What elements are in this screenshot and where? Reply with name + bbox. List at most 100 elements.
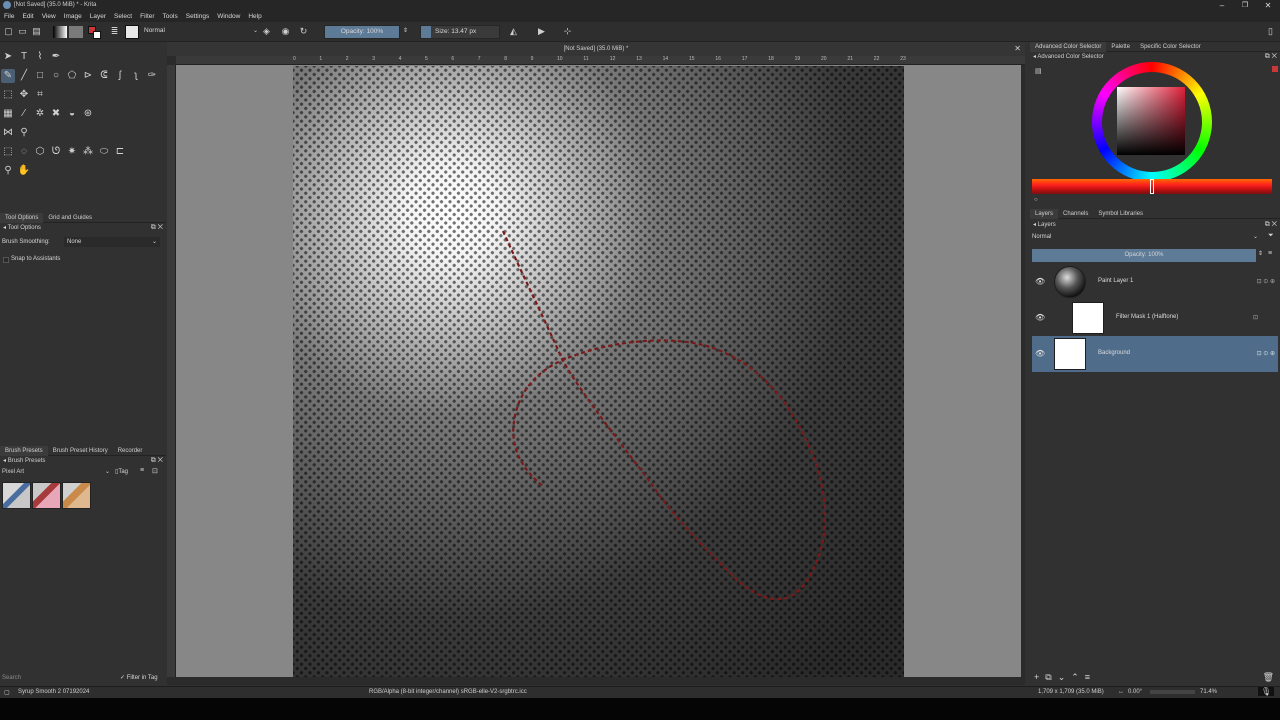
hue-ring[interactable] bbox=[1092, 62, 1212, 182]
document-canvas[interactable] bbox=[293, 66, 904, 677]
tag-select[interactable]: Pixel Art ⌄ bbox=[2, 467, 110, 477]
menu-view[interactable]: View bbox=[38, 11, 60, 22]
layer-properties-icons[interactable]: ⊡ ⊙ ⊕ bbox=[1257, 350, 1275, 357]
opacity-stepper-icon[interactable]: ⇕ bbox=[1258, 250, 1263, 257]
tab-tool-options[interactable]: Tool Options bbox=[0, 213, 44, 223]
filter-in-tag-checkbox[interactable]: ✓ Filter in Tag bbox=[120, 674, 158, 681]
opacity-stepper-icon[interactable]: ⇕ bbox=[400, 26, 411, 37]
new-document-icon[interactable]: ▢ bbox=[3, 26, 14, 37]
freehand-select-icon[interactable]: ᘎ bbox=[49, 145, 63, 159]
bezier-tool-icon[interactable]: ᕳ bbox=[97, 69, 111, 83]
docker-float-close-icon[interactable]: ⧉ ✕ bbox=[1265, 220, 1277, 230]
freehand-brush-icon[interactable]: ✎ bbox=[1, 69, 15, 83]
saturation-value-square[interactable] bbox=[1117, 87, 1185, 155]
rotation-label[interactable]: 0.00° bbox=[1128, 689, 1142, 695]
enclose-fill-icon[interactable]: ⊛ bbox=[81, 107, 95, 121]
tab-recorder[interactable]: Recorder bbox=[113, 446, 148, 456]
menu-edit[interactable]: Edit bbox=[18, 11, 37, 22]
color-shade-strip[interactable] bbox=[1032, 179, 1272, 194]
background-color-swatch[interactable] bbox=[93, 31, 101, 39]
preset-search-input[interactable]: Search bbox=[2, 675, 112, 684]
menu-settings[interactable]: Settings bbox=[182, 11, 214, 22]
gradient-tool-icon[interactable]: ▦ bbox=[1, 107, 15, 121]
maximize-icon[interactable]: ❐ bbox=[1234, 0, 1256, 11]
crop-tool-icon[interactable]: ⌗ bbox=[33, 88, 47, 102]
tab-brush-preset-history[interactable]: Brush Preset History bbox=[48, 446, 113, 456]
move-layer-down-icon[interactable]: ⌄ bbox=[1058, 672, 1066, 683]
lock-icon[interactable]: ⊡ bbox=[1253, 314, 1258, 321]
color-picker-icon[interactable]: ⁄ bbox=[17, 107, 31, 121]
color-history-icon[interactable]: ○ bbox=[1034, 197, 1038, 203]
text-tool-icon[interactable]: T bbox=[17, 50, 31, 64]
tab-symbol-libraries[interactable]: Symbol Libraries bbox=[1093, 209, 1148, 219]
duplicate-layer-icon[interactable]: ⧉ bbox=[1045, 672, 1051, 683]
rectangle-tool-icon[interactable]: □ bbox=[33, 69, 47, 83]
canvas-view[interactable] bbox=[176, 65, 1021, 677]
open-document-icon[interactable]: ▭ bbox=[17, 26, 28, 37]
brush-preset-pixel-eraser[interactable] bbox=[32, 482, 61, 509]
move-layer-up-icon[interactable]: ⌃ bbox=[1071, 672, 1079, 683]
grid-view-icon[interactable]: ⊡ bbox=[152, 467, 158, 475]
polygon-tool-icon[interactable]: ⬠ bbox=[65, 69, 79, 83]
color-space-label[interactable]: RGB/Alpha (8-bit integer/channel) sRGB-e… bbox=[369, 689, 527, 695]
tab-grid-and-guides[interactable]: Grid and Guides bbox=[43, 213, 97, 223]
size-slider[interactable]: Size: 13.47 px bbox=[420, 25, 500, 39]
rect-select-icon[interactable]: ⬚ bbox=[1, 145, 15, 159]
close-icon[interactable]: ✕ bbox=[1257, 0, 1279, 11]
layer-row-background[interactable]: 👁 Background ⊡ ⊙ ⊕ bbox=[1032, 336, 1278, 372]
tab-palette[interactable]: Palette bbox=[1106, 42, 1135, 52]
gradient-swatch[interactable] bbox=[53, 26, 67, 38]
brush-smoothing-select[interactable]: None ⌄ bbox=[64, 237, 160, 247]
polygon-select-icon[interactable]: ⬡ bbox=[33, 145, 47, 159]
panel-toggle-icon[interactable]: ▯ bbox=[1265, 26, 1276, 37]
microphone-icon[interactable]: 🎙 bbox=[1258, 687, 1275, 696]
list-view-icon[interactable]: ≡ bbox=[140, 467, 144, 474]
line-tool-icon[interactable]: ╱ bbox=[17, 69, 31, 83]
reload-icon[interactable]: ↻ bbox=[298, 26, 309, 37]
visibility-eye-icon[interactable]: 👁 bbox=[1035, 313, 1045, 322]
tab-specific-color-selector[interactable]: Specific Color Selector bbox=[1135, 42, 1206, 52]
magnetic-select-icon[interactable]: ⊏ bbox=[113, 145, 127, 159]
menu-filter[interactable]: Filter bbox=[136, 11, 158, 22]
menu-tools[interactable]: Tools bbox=[159, 11, 182, 22]
polyline-tool-icon[interactable]: ⊳ bbox=[81, 69, 95, 83]
snap-checkbox[interactable] bbox=[3, 257, 9, 263]
brush-preset-pixel-fill[interactable] bbox=[62, 482, 91, 509]
layer-opacity-slider[interactable]: Opacity: 100% bbox=[1032, 249, 1256, 262]
brush-settings-icon[interactable]: ≣ bbox=[109, 26, 120, 37]
tab-advanced-color-selector[interactable]: Advanced Color Selector bbox=[1030, 42, 1107, 52]
minimize-icon[interactable]: – bbox=[1211, 0, 1233, 11]
add-layer-icon[interactable]: + bbox=[1034, 672, 1039, 682]
zoom-tool-icon[interactable]: ⚲ bbox=[1, 164, 15, 178]
menu-select[interactable]: Select bbox=[110, 11, 136, 22]
menu-file[interactable]: File bbox=[0, 11, 18, 22]
dynamic-brush-icon[interactable]: ʅ bbox=[129, 69, 143, 83]
visibility-eye-icon[interactable]: 👁 bbox=[1035, 277, 1045, 286]
recent-color-swatch[interactable] bbox=[1272, 66, 1278, 72]
vertical-ruler[interactable] bbox=[167, 65, 176, 677]
layer-row-paint-layer-1[interactable]: 👁 Paint Layer 1 ⊡ ⊙ ⊕ bbox=[1032, 264, 1278, 300]
filter-icon[interactable]: ⏷ bbox=[1268, 232, 1274, 240]
zoom-label[interactable]: 71.4% bbox=[1200, 689, 1217, 695]
menu-help[interactable]: Help bbox=[244, 11, 265, 22]
opacity-slider[interactable]: Opacity: 100% bbox=[324, 25, 400, 39]
brush-preset-icon[interactable] bbox=[125, 25, 139, 39]
color-settings-icon[interactable]: ▤ bbox=[1035, 67, 1042, 75]
layer-properties-icons[interactable]: ⊡ ⊙ ⊕ bbox=[1257, 278, 1275, 285]
calligraphy-icon[interactable]: ✒ bbox=[49, 50, 63, 64]
save-document-icon[interactable]: ▤ bbox=[31, 26, 42, 37]
horizontal-scrollbar[interactable] bbox=[176, 677, 1021, 685]
wrap-around-icon[interactable]: ⊹ bbox=[562, 26, 573, 37]
close-document-icon[interactable]: ✕ bbox=[1014, 42, 1021, 56]
eraser-icon[interactable]: ◈ bbox=[261, 26, 272, 37]
preserve-alpha-icon[interactable]: ◉ bbox=[280, 26, 291, 37]
fill-tool-icon[interactable]: ◒ bbox=[65, 107, 79, 121]
tab-channels[interactable]: Channels bbox=[1058, 209, 1093, 219]
select-shapes-icon[interactable]: ➤ bbox=[1, 50, 15, 64]
ellipse-tool-icon[interactable]: ○ bbox=[49, 69, 63, 83]
freehand-path-icon[interactable]: ʃ bbox=[113, 69, 127, 83]
similar-select-icon[interactable]: ⁂ bbox=[81, 145, 95, 159]
horizontal-ruler[interactable]: 0 1 2 3 4 5 6 7 8 9 10 11 12 13 14 15 16 17 18 19 20 21 22 23 bbox=[176, 56, 1025, 65]
pattern-swatch[interactable] bbox=[69, 26, 83, 38]
tag-button[interactable]: ▯Tag bbox=[115, 467, 128, 477]
